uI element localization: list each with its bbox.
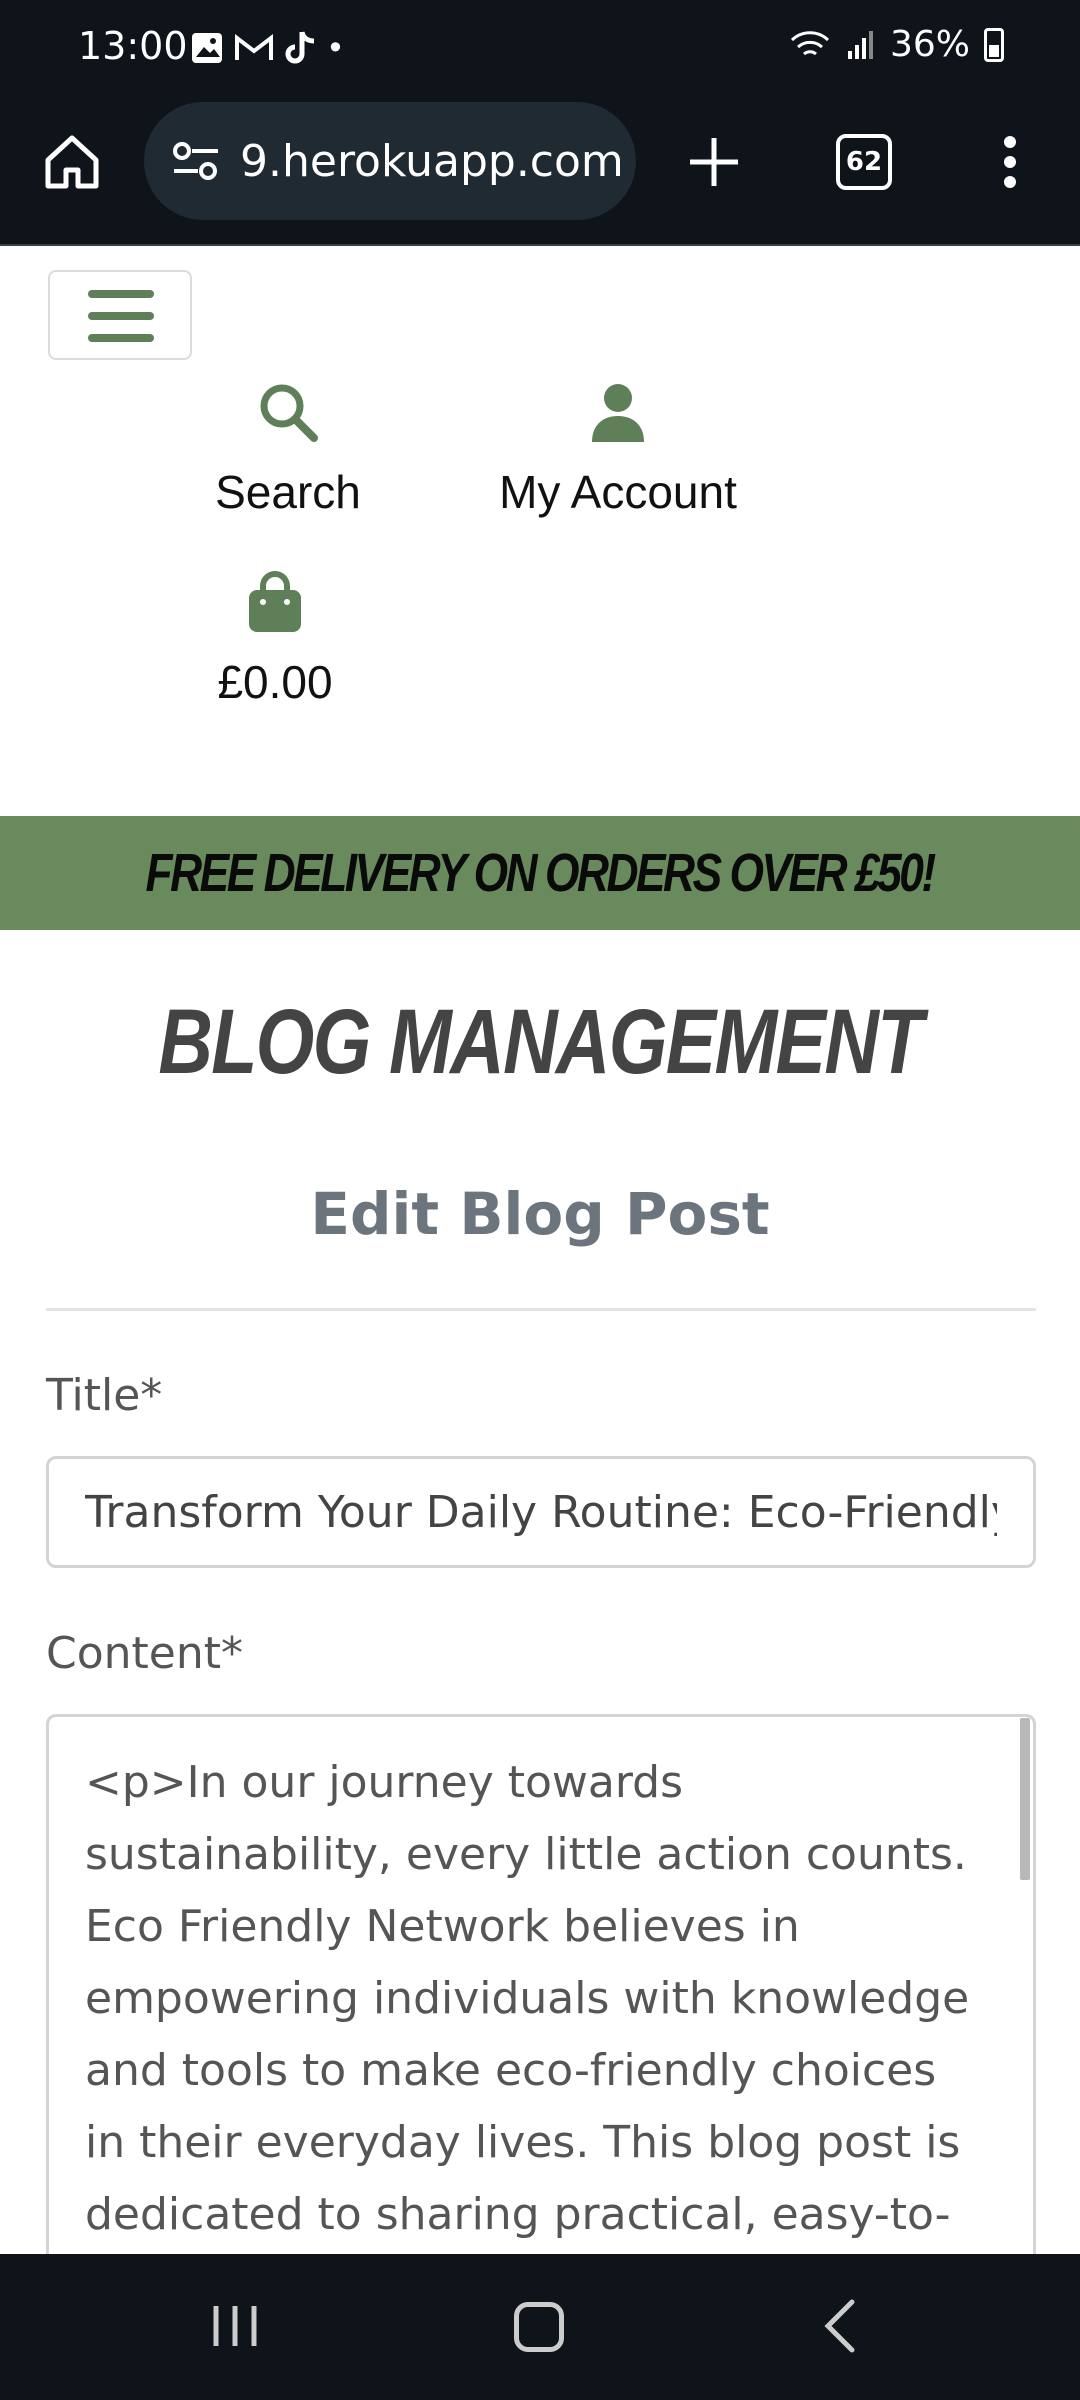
page-title: BLOG MANAGEMENT [158, 991, 923, 1093]
back-icon[interactable] [820, 2298, 860, 2354]
hamburger-line [88, 290, 154, 298]
status-bar: 13:00 • 36% [0, 0, 1080, 100]
delivery-banner-text: FREE DELIVERY ON ORDERS OVER £50! [145, 843, 937, 903]
status-time: 13:00 [78, 24, 188, 68]
battery-percent: 36% [889, 24, 970, 65]
search-label: Search [215, 466, 361, 518]
nav-search[interactable]: Search [200, 380, 376, 519]
site-settings-icon[interactable] [170, 139, 222, 183]
hamburger-line [88, 312, 154, 320]
title-input[interactable] [46, 1456, 1036, 1568]
tab-switcher-button[interactable]: 62 [836, 134, 892, 190]
hamburger-line [88, 334, 154, 342]
divider [46, 1308, 1036, 1311]
notification-icons: • [190, 28, 345, 68]
delivery-banner: FREE DELIVERY ON ORDERS OVER £50! [0, 816, 1080, 930]
user-icon [592, 384, 644, 442]
battery-icon [984, 27, 1004, 62]
system-navigation-bar [0, 2254, 1080, 2400]
gmail-icon [235, 33, 273, 60]
title-label: Title* [46, 1370, 163, 1421]
dot-icon: • [326, 29, 345, 67]
page-subtitle: Edit Blog Post [310, 1180, 770, 1248]
search-icon [260, 384, 318, 442]
home-nav-icon[interactable] [514, 2302, 564, 2352]
account-label: My Account [499, 466, 737, 518]
content-textarea[interactable]: <p>In our journey towards sustainability… [46, 1714, 1036, 2274]
recent-apps-icon[interactable] [210, 2302, 260, 2350]
new-tab-icon[interactable] [682, 130, 746, 194]
hamburger-menu-button[interactable] [48, 270, 192, 360]
status-right: 36% [788, 24, 1004, 65]
more-menu-icon[interactable] [990, 130, 1030, 194]
url-text: 9.herokuapp.com [240, 135, 624, 187]
address-bar[interactable]: 9.herokuapp.com [144, 102, 636, 220]
image-icon [192, 33, 222, 63]
nav-shopping-bag[interactable]: £0.00 [200, 570, 350, 709]
shopping-bag-icon [249, 571, 301, 632]
browser-toolbar: 9.herokuapp.com 62 [0, 100, 1080, 246]
bag-total: £0.00 [217, 656, 333, 708]
home-icon[interactable] [40, 130, 104, 194]
content-label: Content* [46, 1628, 243, 1679]
signal-icon [847, 30, 873, 59]
tiktok-icon [285, 31, 315, 64]
nav-my-account[interactable]: My Account [480, 380, 756, 519]
wifi-icon [790, 30, 830, 55]
textarea-scrollbar[interactable] [1020, 1718, 1030, 1880]
